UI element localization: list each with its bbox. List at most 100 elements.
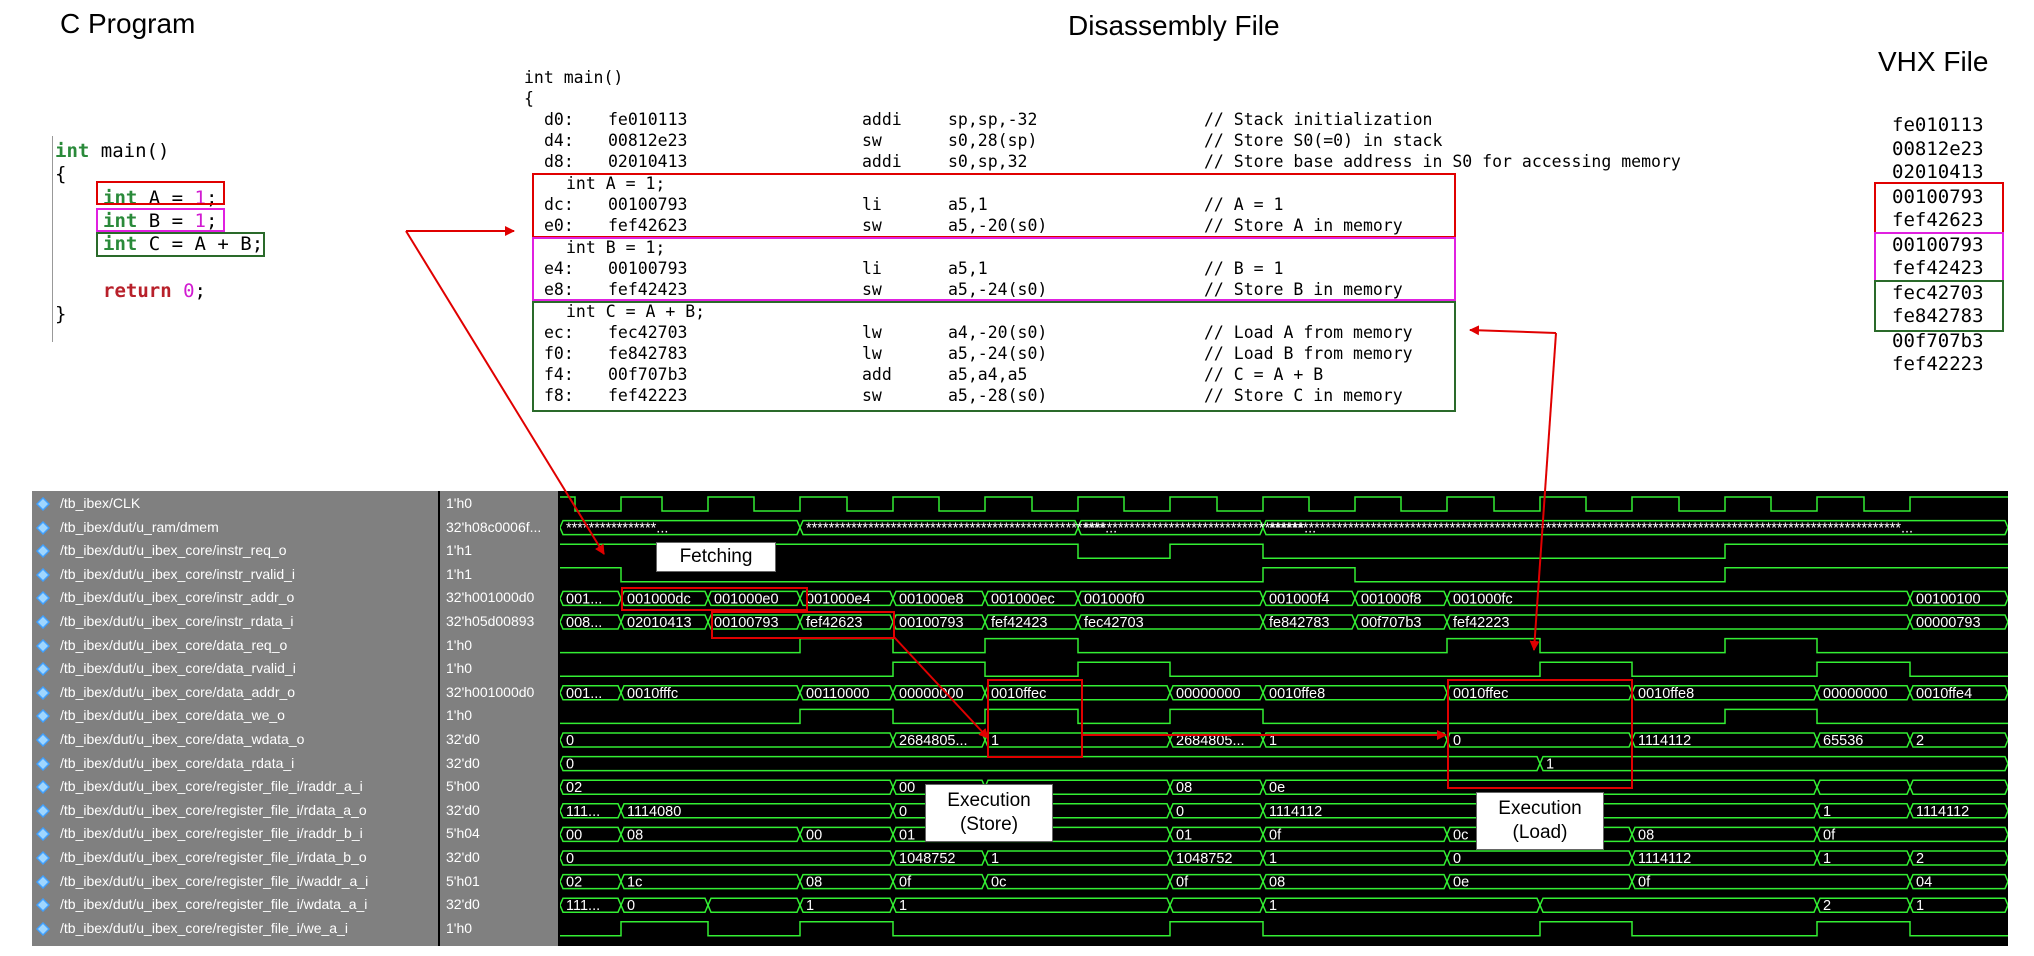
signal-row[interactable]: /tb_ibex/dut/u_ibex_core/register_file_i…: [32, 799, 438, 823]
rdata-a-bus-label: 0: [1176, 804, 1184, 820]
waveform-viewer: /tb_ibex/CLK/tb_ibex/dut/u_ram/dmem/tb_i…: [32, 491, 2008, 946]
exec-store-label-2: (Store): [959, 814, 1019, 835]
raddr-b-bus-segment: [1631, 826, 1818, 843]
data-rdata-bus-segment: [560, 755, 1541, 772]
signal-row[interactable]: /tb_ibex/dut/u_ibex_core/data_rvalid_i: [32, 657, 438, 681]
data-rvalid-wave: [560, 661, 2008, 677]
signal-row[interactable]: /tb_ibex/dut/u_ibex_core/instr_addr_o: [32, 586, 438, 610]
c-box-a: [96, 181, 225, 205]
signal-diamond-icon: [36, 827, 50, 842]
signal-row[interactable]: /tb_ibex/dut/u_ibex_core/instr_req_o: [32, 539, 438, 563]
rdata-b-bus-label: 1048752: [1176, 851, 1232, 867]
signal-diamond-icon: [36, 520, 50, 535]
vhx-title: VHX File: [1878, 46, 1989, 77]
signal-row[interactable]: /tb_ibex/dut/u_ibex_core/register_file_i…: [32, 870, 438, 894]
c-line-return: return 0;: [103, 280, 206, 302]
fetching-label: Fetching: [679, 546, 753, 567]
instr-addr-bus-segment: [1446, 590, 1911, 607]
signal-diamond-icon: [36, 567, 50, 582]
data-addr-bus-label: 0010ffe8: [1269, 686, 1325, 702]
exec-store-label-1: Execution: [947, 790, 1031, 811]
wdata-a-bus-segment: [707, 897, 801, 913]
raddr-b-bus-label: 01: [899, 827, 915, 843]
asm-machine-code: fe010113: [608, 110, 688, 129]
signal-row[interactable]: /tb_ibex/CLK: [32, 492, 438, 516]
vhx-word: 02010413: [1892, 161, 1984, 183]
signal-row[interactable]: /tb_ibex/dut/u_ram/dmem: [32, 516, 438, 540]
signal-name: /tb_ibex/dut/u_ibex_core/register_file_i…: [60, 849, 367, 865]
raddr-b-bus-label: 0c: [1453, 827, 1468, 843]
c-keyword: int: [55, 140, 90, 162]
exec-load-label-1: Execution: [1498, 798, 1582, 819]
asm-operands: s0,28(sp): [948, 131, 1038, 150]
waddr-a-bus-label: 0f: [1638, 875, 1651, 891]
waveform-area[interactable]: ****************... *********************…: [560, 491, 2008, 946]
signal-value: 32'h001000d0: [446, 589, 535, 606]
arrow-load-to-disassembly: [1469, 325, 1557, 336]
rdata-a-bus-label: 1: [1823, 804, 1831, 820]
signal-value: 1'h0: [446, 707, 473, 724]
asm-opcode: addi: [862, 152, 902, 171]
data-wdata-bus-label: 0: [566, 733, 574, 749]
waddr-a-bus-segment: [1631, 873, 1911, 890]
asm-comment: // Stack initialization: [1204, 110, 1433, 129]
signal-row[interactable]: /tb_ibex/dut/u_ibex_core/instr_rvalid_i: [32, 563, 438, 587]
dmem-bus-label: ****************...: [566, 521, 668, 537]
signal-row[interactable]: /tb_ibex/dut/u_ibex_core/register_file_i…: [32, 846, 438, 870]
signal-row[interactable]: /tb_ibex/dut/u_ibex_core/register_file_i…: [32, 822, 438, 846]
waddr-a-bus-label: 08: [1269, 875, 1285, 891]
signal-diamond-icon: [36, 638, 50, 653]
raddr-b-bus-segment: [620, 826, 801, 843]
signal-diamond-icon: [36, 733, 50, 747]
signal-row[interactable]: /tb_ibex/dut/u_ibex_core/register_file_i…: [32, 893, 438, 917]
signal-name: /tb_ibex/dut/u_ibex_core/instr_rvalid_i: [60, 565, 296, 582]
signal-name: /tb_ibex/dut/u_ibex_core/data_addr_o: [60, 683, 296, 700]
instr-addr-bus-label: 001000f8: [1361, 591, 1421, 607]
rdata-a-bus-label: 0: [899, 804, 907, 820]
signal-name: /tb_ibex/dut/u_ibex_core/data_rvalid_i: [60, 660, 296, 677]
instr-rdata-bus-label: 00000793: [1916, 615, 1981, 631]
raddr-b-bus-label: 00: [806, 827, 822, 843]
waddr-a-bus-label: 0e: [1453, 875, 1469, 891]
data-we-wave: [560, 708, 2008, 725]
rdata-a-bus-label: 1114080: [627, 804, 681, 820]
rdata-b-bus-label: 1: [1269, 851, 1277, 867]
rdata-b-bus-label: 1114112: [1638, 851, 1691, 867]
signal-row[interactable]: /tb_ibex/dut/u_ibex_core/register_file_i…: [32, 775, 438, 799]
signal-value: 1'h1: [446, 542, 473, 559]
raddr-a-bus-segment: [560, 779, 894, 795]
data-wdata-bus-segment: [560, 732, 894, 748]
signal-value: 32'h08c0006f...: [446, 518, 542, 535]
signal-row[interactable]: /tb_ibex/dut/u_ibex_core/data_we_o: [32, 704, 438, 728]
signal-row[interactable]: /tb_ibex/dut/u_ibex_core/data_addr_o: [32, 681, 438, 705]
signal-name: /tb_ibex/dut/u_ibex_core/register_file_i…: [60, 872, 369, 889]
signal-value: 1'h0: [446, 495, 473, 511]
signal-name-pane[interactable]: /tb_ibex/CLK/tb_ibex/dut/u_ram/dmem/tb_i…: [32, 491, 438, 946]
signal-diamond-icon: [36, 591, 50, 606]
signal-row[interactable]: /tb_ibex/dut/u_ibex_core/data_req_o: [32, 634, 438, 658]
signal-row[interactable]: /tb_ibex/dut/u_ibex_core/instr_rdata_i: [32, 610, 438, 634]
rdata-a-bus-label: 1114112: [1916, 804, 1969, 820]
wdata-a-bus-label: 2: [1823, 898, 1831, 914]
signal-row[interactable]: /tb_ibex/dut/u_ibex_core/data_wdata_o: [32, 728, 438, 752]
signal-row[interactable]: /tb_ibex/dut/u_ibex_core/register_file_i…: [32, 917, 438, 941]
data-addr-bus-label: 0010ffe8: [1638, 686, 1694, 702]
signal-value: 1'h0: [446, 636, 473, 653]
data-rdata-bus-segment: [1539, 755, 2008, 772]
asm-comment: // Store S0(=0) in stack: [1204, 131, 1443, 150]
wdata-a-bus-label: 1: [1916, 898, 1924, 914]
waddr-a-bus-label: 0f: [899, 875, 912, 891]
signal-value: 32'd0: [446, 801, 480, 818]
signal-value: 5'h01: [446, 872, 480, 889]
data-wdata-bus-label: 1114112: [1638, 733, 1691, 749]
signal-name: /tb_ibex/dut/u_ibex_core/register_file_i…: [60, 825, 363, 842]
waddr-a-bus-label: 0f: [1176, 875, 1189, 891]
signal-row[interactable]: /tb_ibex/dut/u_ibex_core/data_rdata_i: [32, 752, 438, 776]
instr-addr-bus-label: 001000e4: [806, 591, 871, 607]
raddr-a-bus-label: 02: [566, 780, 582, 796]
asm-operands: s0,sp,32: [948, 152, 1028, 171]
signal-name: /tb_ibex/dut/u_ibex_core/register_file_i…: [60, 801, 367, 818]
signal-diamond-icon: [36, 756, 50, 771]
vhx-word: fef42223: [1892, 353, 1984, 375]
waddr-a-bus-segment: [1262, 873, 1448, 890]
